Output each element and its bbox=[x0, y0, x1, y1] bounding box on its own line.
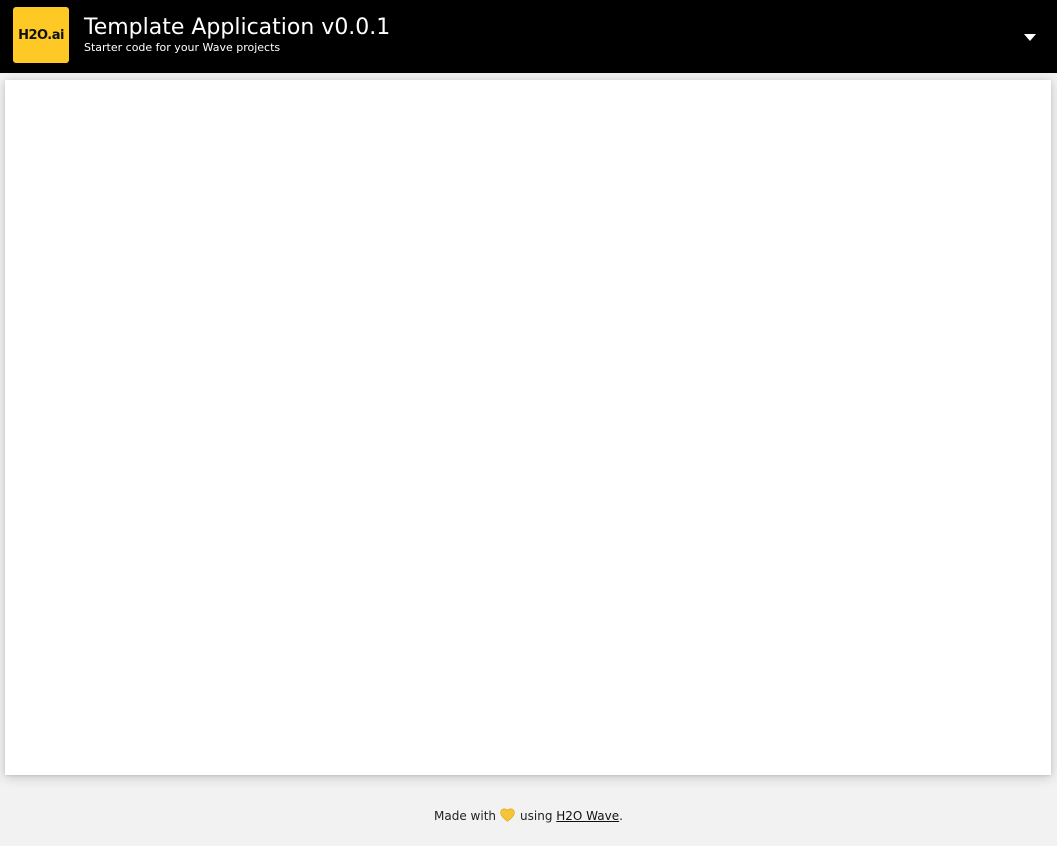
footer-prefix: Made with bbox=[434, 809, 497, 823]
logo-text: H2O.ai bbox=[18, 27, 64, 43]
main-content-card bbox=[5, 80, 1051, 775]
footer: Made with using H2O Wave. bbox=[0, 806, 1057, 826]
caret-down-icon bbox=[1024, 33, 1036, 41]
app-header: H2O.ai Template Application v0.0.1 Start… bbox=[0, 0, 1057, 73]
footer-middle: using bbox=[520, 809, 553, 823]
footer-suffix: . bbox=[619, 809, 623, 823]
h2o-wave-link[interactable]: H2O Wave bbox=[556, 809, 619, 823]
app-subtitle: Starter code for your Wave projects bbox=[84, 41, 281, 54]
yellow-heart-icon bbox=[500, 808, 515, 828]
header-menu-dropdown[interactable] bbox=[1018, 28, 1042, 46]
h2o-logo: H2O.ai bbox=[13, 7, 69, 63]
app-title: Template Application v0.0.1 bbox=[84, 15, 391, 40]
header-titles: Template Application v0.0.1 Starter code… bbox=[84, 14, 934, 54]
